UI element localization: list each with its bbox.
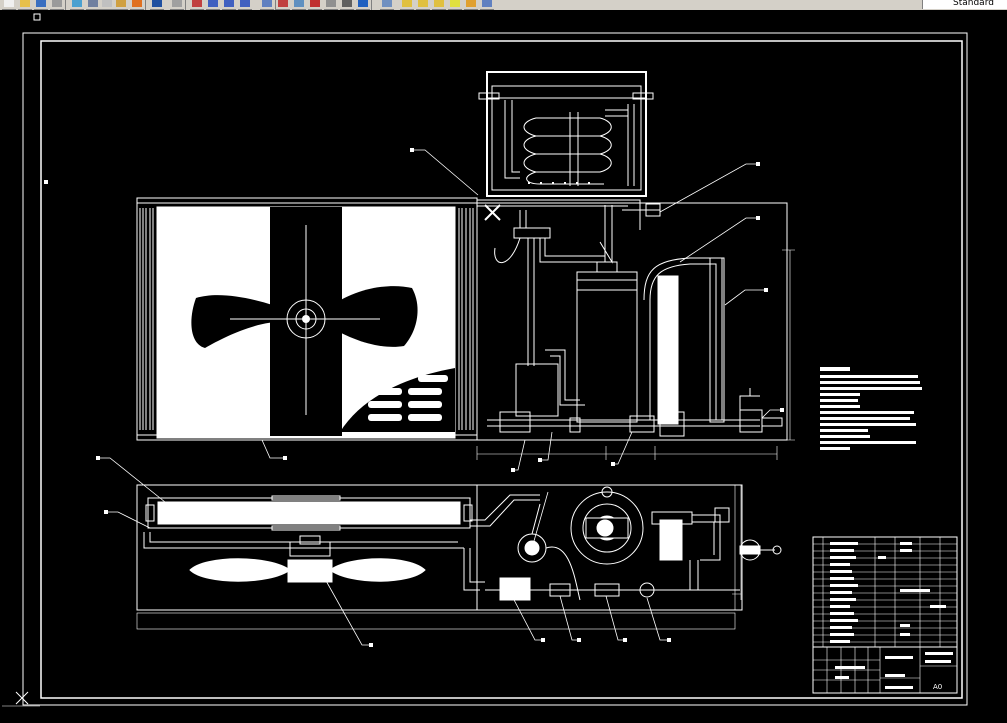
sheet-set-icon[interactable] bbox=[308, 0, 322, 10]
copy-icon[interactable] bbox=[100, 0, 114, 10]
preview-icon[interactable] bbox=[70, 0, 84, 10]
toolbar-separator bbox=[65, 0, 66, 10]
layer-manager-icon[interactable] bbox=[380, 0, 394, 10]
zoom-realtime-icon[interactable] bbox=[206, 0, 220, 10]
layer-state-icon[interactable] bbox=[400, 0, 414, 10]
zoom-window-icon[interactable] bbox=[222, 0, 236, 10]
toolbar-separator bbox=[185, 0, 186, 10]
undo-icon[interactable] bbox=[150, 0, 164, 10]
toolbar-separator bbox=[371, 0, 372, 10]
toolbar-separator bbox=[145, 0, 146, 10]
text-style-combo[interactable]: Standard bbox=[922, 0, 1007, 9]
redo-icon[interactable] bbox=[170, 0, 184, 10]
cut-icon[interactable] bbox=[86, 0, 100, 10]
properties-icon[interactable] bbox=[260, 0, 274, 10]
make-current-icon[interactable] bbox=[464, 0, 478, 10]
new-icon[interactable] bbox=[2, 0, 16, 10]
help-icon[interactable] bbox=[356, 0, 370, 10]
sheet-size-label: A0 bbox=[933, 683, 942, 691]
match-properties-icon[interactable] bbox=[130, 0, 144, 10]
layer-previous-icon[interactable] bbox=[480, 0, 494, 10]
drawing-canvas[interactable]: A0 bbox=[0, 10, 1007, 723]
condenser-front-view bbox=[136, 197, 478, 441]
design-center-icon[interactable] bbox=[276, 0, 290, 10]
layer-color-icon[interactable] bbox=[448, 0, 462, 10]
paste-icon[interactable] bbox=[114, 0, 128, 10]
pan-icon[interactable] bbox=[190, 0, 204, 10]
open-icon[interactable] bbox=[18, 0, 32, 10]
tool-palettes-icon[interactable] bbox=[292, 0, 306, 10]
save-icon[interactable] bbox=[34, 0, 48, 10]
layer-freeze-icon[interactable] bbox=[416, 0, 430, 10]
calculator-icon[interactable] bbox=[340, 0, 354, 10]
layer-lock-icon[interactable] bbox=[432, 0, 446, 10]
print-icon[interactable] bbox=[50, 0, 64, 10]
markup-icon[interactable] bbox=[324, 0, 338, 10]
zoom-previous-icon[interactable] bbox=[238, 0, 252, 10]
standard-toolbar: Standard bbox=[0, 0, 1007, 10]
